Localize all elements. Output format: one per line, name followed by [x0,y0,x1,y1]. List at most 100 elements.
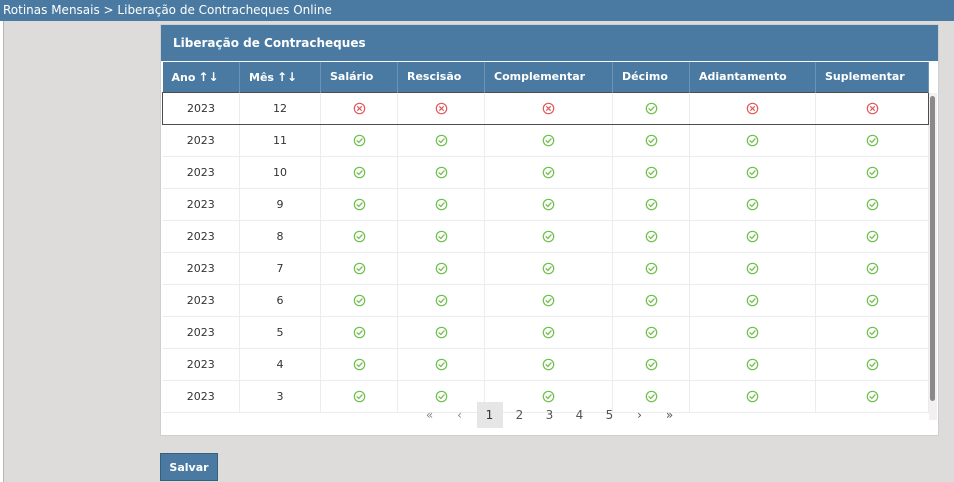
column-header-label: Complementar [494,70,586,84]
last-page-button[interactable]: » [657,402,683,428]
status-cell [815,91,929,125]
check-circle-icon [353,166,365,179]
column-header-decimo: Décimo [612,62,690,92]
month-cell: 7 [239,252,321,285]
status-cell [484,316,613,349]
status-cell [397,284,485,317]
scrollbar-thumb[interactable] [930,96,935,401]
year-cell: 2023 [162,91,240,125]
page-button-2[interactable]: 2 [507,402,533,428]
column-header-label: Suplementar [825,70,905,84]
payslip-release-panel: Liberação de Contracheques Ano ↑↓ Mês ↑↓ Sal… [160,24,939,436]
status-cell [689,188,816,221]
status-cell [815,188,929,221]
column-header-suplementar: Suplementar [815,62,929,92]
status-cell [689,124,816,157]
status-cell [320,348,398,381]
check-circle-icon [435,326,447,339]
column-header-mes[interactable]: Mês ↑↓ [239,62,321,92]
year-cell: 2023 [162,284,240,317]
status-cell [815,252,929,285]
table-row[interactable]: 2023 7 [162,252,929,285]
check-circle-icon [746,262,759,275]
table-row[interactable]: 2023 12 [162,91,929,125]
page-button-1[interactable]: 1 [476,402,503,428]
month-cell: 9 [239,188,321,221]
payslip-table: Ano ↑↓ Mês ↑↓ Salário Rescisão Complementar Déc… [162,62,929,413]
status-cell [484,220,613,253]
year-cell: 2023 [162,124,240,157]
column-header-adiantamento: Adiantamento [689,62,816,92]
check-circle-icon [866,134,878,147]
panel-title: Liberação de Contracheques [161,25,938,61]
check-circle-icon [746,166,759,179]
status-cell [397,348,485,381]
table-header-row: Ano ↑↓ Mês ↑↓ Salário Rescisão Complementar Déc… [162,62,929,92]
x-circle-icon [435,102,447,115]
table-row[interactable]: 2023 9 [162,188,929,221]
check-circle-icon [746,294,759,307]
status-cell [320,220,398,253]
year-cell: 2023 [162,220,240,253]
table-body: 2023 12 2023 11 2023 10 2023 9 2023 8 2023 7 2023 6 20… [162,91,929,413]
table-row[interactable]: 2023 6 [162,284,929,317]
check-circle-icon [866,230,878,243]
status-cell [689,220,816,253]
status-cell [689,91,816,125]
sort-icon[interactable]: ↑↓ [198,70,218,84]
column-header-ano[interactable]: Ano ↑↓ [162,62,240,92]
status-cell [689,284,816,317]
check-circle-icon [542,198,555,211]
check-circle-icon [746,198,759,211]
status-cell [320,124,398,157]
vertical-scrollbar[interactable] [929,93,937,420]
check-circle-icon [645,134,657,147]
status-cell [612,91,690,125]
status-cell [484,91,613,125]
status-cell [815,124,929,157]
table-row[interactable]: 2023 11 [162,124,929,157]
x-circle-icon [542,102,555,115]
check-circle-icon [542,262,555,275]
status-cell [320,91,398,125]
table-row[interactable]: 2023 5 [162,316,929,349]
month-cell: 5 [239,316,321,349]
check-circle-icon [435,166,447,179]
check-circle-icon [542,166,555,179]
column-header-label: Mês [249,70,274,84]
x-circle-icon [353,102,365,115]
status-cell [689,252,816,285]
next-page-button[interactable]: › [627,402,653,428]
check-circle-icon [542,134,555,147]
page-button-4[interactable]: 4 [567,402,593,428]
year-cell: 2023 [162,188,240,221]
check-circle-icon [353,262,365,275]
status-cell [484,124,613,157]
table-scroll-area[interactable]: Ano ↑↓ Mês ↑↓ Salário Rescisão Complementar Déc… [162,62,939,420]
page-button-5[interactable]: 5 [597,402,623,428]
check-circle-icon [866,358,878,371]
status-cell [815,348,929,381]
table-row[interactable]: 2023 10 [162,156,929,189]
check-circle-icon [645,326,657,339]
check-circle-icon [353,134,365,147]
table-row[interactable]: 2023 8 [162,220,929,253]
status-cell [397,252,485,285]
year-cell: 2023 [162,348,240,381]
save-button[interactable]: Salvar [160,453,218,481]
check-circle-icon [866,294,878,307]
check-circle-icon [435,262,447,275]
status-cell [484,188,613,221]
check-circle-icon [866,198,878,211]
table-row[interactable]: 2023 4 [162,348,929,381]
month-cell: 8 [239,220,321,253]
status-cell [689,156,816,189]
page-button-3[interactable]: 3 [537,402,563,428]
status-cell [612,316,690,349]
previous-page-button[interactable]: ‹ [447,402,473,428]
month-cell: 12 [239,91,321,125]
first-page-button[interactable]: « [417,402,443,428]
paginator: «‹ 1 2 3 4 5 ›» [161,400,938,430]
sort-icon[interactable]: ↑↓ [277,70,297,84]
status-cell [815,316,929,349]
